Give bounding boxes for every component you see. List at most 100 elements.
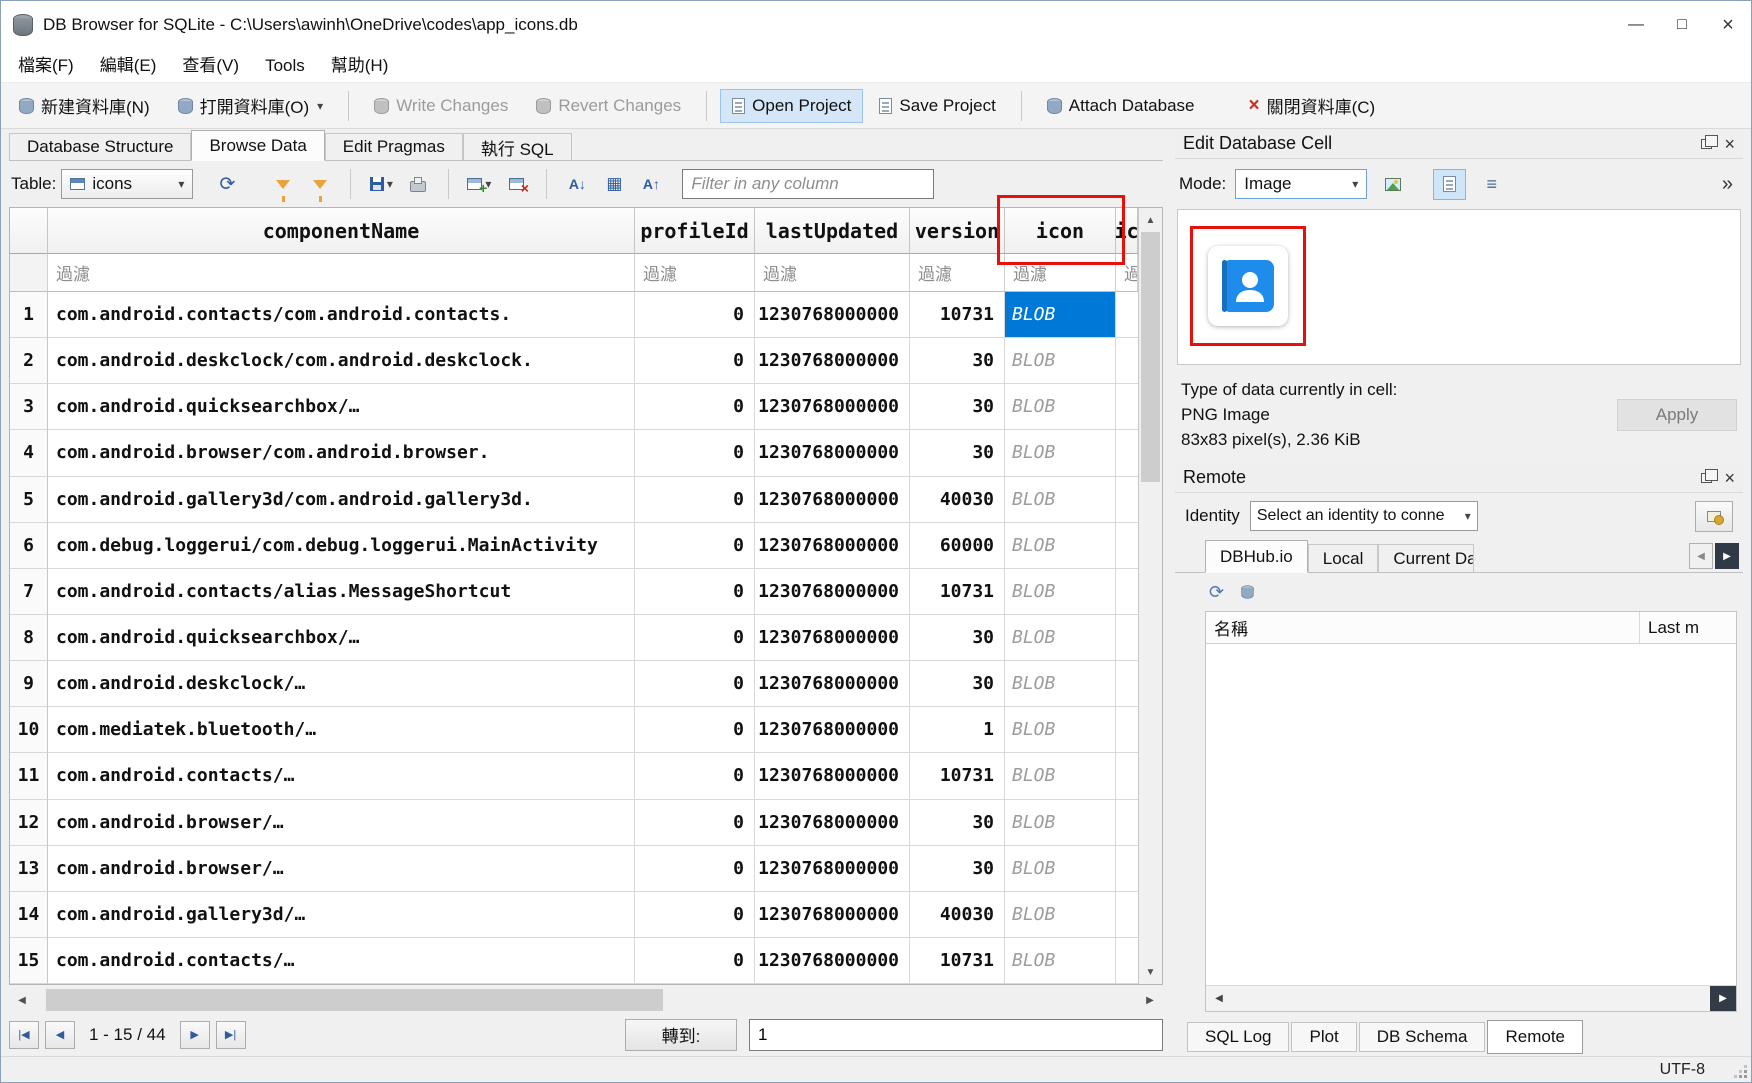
- cell-profileId[interactable]: 0: [635, 707, 755, 753]
- refresh-table-button[interactable]: ⟳: [211, 168, 243, 200]
- cell-icon-blob[interactable]: BLOB: [1005, 384, 1116, 430]
- cell-lastUpdated[interactable]: 1230768000000: [755, 846, 910, 892]
- cell-componentName[interactable]: com.android.quicksearchbox/…: [48, 384, 635, 430]
- cell-partial[interactable]: [1116, 661, 1138, 707]
- cell-version[interactable]: 40030: [910, 477, 1005, 523]
- vertical-scrollbar[interactable]: ▲ ▼: [1138, 208, 1162, 984]
- cell-componentName[interactable]: com.android.contacts/com.android.contact…: [48, 292, 635, 338]
- cell-icon-blob[interactable]: BLOB: [1005, 661, 1116, 707]
- filter-componentName[interactable]: 過濾: [48, 254, 635, 292]
- tab-browse-data[interactable]: Browse Data: [191, 130, 324, 161]
- cell-lastUpdated[interactable]: 1230768000000: [755, 707, 910, 753]
- cell-profileId[interactable]: 0: [635, 846, 755, 892]
- remote-modified-header[interactable]: Last m: [1640, 612, 1736, 643]
- cell-partial[interactable]: [1116, 569, 1138, 615]
- cell-lastUpdated[interactable]: 1230768000000: [755, 292, 910, 338]
- tab-edit-pragmas[interactable]: Edit Pragmas: [325, 133, 463, 160]
- print-button[interactable]: [402, 168, 434, 200]
- save-project-button[interactable]: Save Project: [867, 89, 1007, 123]
- tab-local[interactable]: Local: [1308, 544, 1379, 572]
- encoding-label[interactable]: UTF-8: [1660, 1061, 1705, 1079]
- cell-lastUpdated[interactable]: 1230768000000: [755, 569, 910, 615]
- new-database-button[interactable]: 新建資料庫(N): [7, 86, 162, 125]
- sort-ascending-button[interactable]: A↓: [561, 168, 593, 200]
- cell-version[interactable]: 30: [910, 846, 1005, 892]
- cell-icon-blob[interactable]: BLOB: [1005, 707, 1116, 753]
- remote-scroll-right-icon[interactable]: ▶: [1710, 986, 1736, 1011]
- cell-componentName[interactable]: com.android.browser/com.android.browser.: [48, 430, 635, 476]
- cell-componentName[interactable]: com.android.deskclock/…: [48, 661, 635, 707]
- cell-componentName[interactable]: com.mediatek.bluetooth/…: [48, 707, 635, 753]
- column-header-version[interactable]: version: [910, 208, 1005, 254]
- cell-profileId[interactable]: 0: [635, 615, 755, 661]
- filter-input[interactable]: [682, 169, 934, 199]
- cell-profileId[interactable]: 0: [635, 477, 755, 523]
- identity-select[interactable]: Select an identity to conne ▾: [1250, 501, 1478, 531]
- column-header-lastUpdated[interactable]: lastUpdated: [755, 208, 910, 254]
- resize-grip-icon[interactable]: [1735, 1066, 1747, 1078]
- cell-partial[interactable]: [1116, 938, 1138, 984]
- close-panel-icon[interactable]: ×: [1724, 469, 1735, 487]
- next-record-button[interactable]: ▶: [180, 1021, 210, 1049]
- horizontal-scrollbar[interactable]: ◀ ▶: [9, 987, 1163, 1013]
- cell-componentName[interactable]: com.android.gallery3d/com.android.galler…: [48, 477, 635, 523]
- cell-icon-blob[interactable]: BLOB: [1005, 523, 1116, 569]
- cell-lastUpdated[interactable]: 1230768000000: [755, 338, 910, 384]
- scroll-right-icon[interactable]: ▶: [1137, 987, 1163, 1013]
- cell-lastUpdated[interactable]: 1230768000000: [755, 892, 910, 938]
- cell-componentName[interactable]: com.android.gallery3d/…: [48, 892, 635, 938]
- cell-partial[interactable]: [1116, 846, 1138, 892]
- cell-icon-blob[interactable]: BLOB: [1005, 477, 1116, 523]
- word-wrap-button[interactable]: ≡: [1475, 169, 1508, 200]
- delete-record-button[interactable]: [500, 168, 532, 200]
- cell-profileId[interactable]: 0: [635, 800, 755, 846]
- mode-select[interactable]: Image ▾: [1235, 169, 1367, 199]
- insert-record-button[interactable]: ▾: [463, 168, 495, 200]
- select-block-button[interactable]: ▦: [598, 168, 630, 200]
- cell-partial[interactable]: [1116, 477, 1138, 523]
- export-data-button[interactable]: [1376, 169, 1409, 200]
- remote-horizontal-scrollbar[interactable]: ◀ ▶: [1206, 985, 1736, 1011]
- close-panel-icon[interactable]: ×: [1724, 135, 1735, 153]
- cell-partial[interactable]: [1116, 384, 1138, 430]
- previous-record-button[interactable]: ◀: [45, 1021, 75, 1049]
- cell-version[interactable]: 30: [910, 661, 1005, 707]
- tab-scroll-left-icon[interactable]: ◀: [1689, 543, 1713, 569]
- cell-lastUpdated[interactable]: 1230768000000: [755, 661, 910, 707]
- cell-componentName[interactable]: com.android.browser/…: [48, 800, 635, 846]
- column-header-icon[interactable]: icon: [1005, 208, 1116, 254]
- filter-lastUpdated[interactable]: 過濾: [755, 254, 910, 292]
- column-header-profileId[interactable]: profileId: [635, 208, 755, 254]
- cell-profileId[interactable]: 0: [635, 753, 755, 799]
- cell-profileId[interactable]: 0: [635, 430, 755, 476]
- tab-dbhub[interactable]: DBHub.io: [1205, 540, 1308, 573]
- cell-componentName[interactable]: com.android.contacts/…: [48, 938, 635, 984]
- filter-version[interactable]: 過濾: [910, 254, 1005, 292]
- scroll-down-icon[interactable]: ▼: [1139, 960, 1162, 984]
- menu-item-tools[interactable]: Tools: [252, 49, 318, 83]
- cell-componentName[interactable]: com.android.browser/…: [48, 846, 635, 892]
- clear-filters-button[interactable]: [267, 168, 299, 200]
- sort-descending-button[interactable]: A↑: [635, 168, 667, 200]
- filter-icon-column[interactable]: 過濾: [1005, 254, 1116, 292]
- cell-version[interactable]: 10731: [910, 753, 1005, 799]
- cell-partial[interactable]: [1116, 707, 1138, 753]
- cell-icon-blob[interactable]: BLOB: [1005, 292, 1116, 338]
- filter-partial[interactable]: 過濾: [1116, 254, 1138, 292]
- cell-partial[interactable]: [1116, 292, 1138, 338]
- cell-icon-blob[interactable]: BLOB: [1005, 569, 1116, 615]
- remote-scroll-left-icon[interactable]: ◀: [1206, 986, 1232, 1011]
- cell-version[interactable]: 30: [910, 615, 1005, 661]
- cell-profileId[interactable]: 0: [635, 661, 755, 707]
- cell-partial[interactable]: [1116, 753, 1138, 799]
- close-button[interactable]: ×: [1705, 1, 1751, 49]
- cell-lastUpdated[interactable]: 1230768000000: [755, 615, 910, 661]
- cell-version[interactable]: 30: [910, 430, 1005, 476]
- cell-lastUpdated[interactable]: 1230768000000: [755, 384, 910, 430]
- goto-button[interactable]: 轉到:: [625, 1019, 737, 1051]
- scroll-left-icon[interactable]: ◀: [9, 987, 35, 1013]
- cell-version[interactable]: 1: [910, 707, 1005, 753]
- cell-icon-blob[interactable]: BLOB: [1005, 800, 1116, 846]
- cell-icon-blob[interactable]: BLOB: [1005, 338, 1116, 384]
- tab-sql-log[interactable]: SQL Log: [1187, 1022, 1289, 1052]
